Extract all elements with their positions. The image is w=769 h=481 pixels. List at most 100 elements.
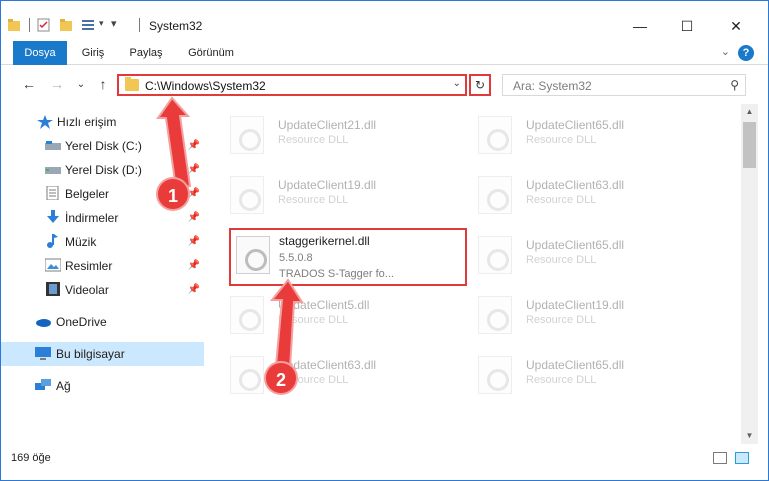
folder-icon (125, 77, 139, 91)
pin-icon[interactable]: 📌 (188, 236, 200, 247)
sidebar-item-drive-c[interactable]: Yerel Disk (C:) 📌 (1, 134, 204, 158)
sidebar-item-quick-access[interactable]: Hızlı erişim (1, 110, 204, 134)
sidebar-item-this-pc[interactable]: Bu bilgisayar (1, 342, 204, 366)
documents-icon (46, 186, 59, 200)
dll-file-icon (478, 296, 512, 334)
tab-view[interactable]: Görünüm (181, 41, 241, 65)
pin-icon[interactable]: 📌 (188, 212, 200, 223)
vertical-scrollbar[interactable]: ▲ ▼ (741, 104, 758, 444)
dll-file-icon (478, 356, 512, 394)
pin-icon[interactable]: 📌 (188, 284, 200, 295)
properties-icon[interactable] (37, 18, 51, 32)
list-item[interactable]: UpdateClient21.dll Resource DLL (208, 110, 448, 158)
sidebar-item-label: Yerel Disk (C:) (65, 139, 142, 153)
title-bar: ▾ ▾ System32 — ☐ ✕ (1, 1, 768, 41)
file-name: UpdateClient65.dll (526, 358, 625, 372)
sidebar-item-onedrive[interactable]: OneDrive (1, 310, 204, 334)
address-dropdown-icon[interactable]: ⌄ (453, 78, 461, 89)
maximize-button[interactable]: ☐ (664, 14, 710, 38)
file-name: UpdateClient19.dll (278, 178, 377, 192)
close-button[interactable]: ✕ (713, 14, 759, 38)
sidebar-item-label: Yerel Disk (D:) (65, 163, 142, 177)
details-view-icon[interactable] (81, 18, 95, 32)
cloud-icon (36, 319, 51, 327)
file-description: TRADOS S-Tagger fo... (279, 268, 394, 280)
tab-share[interactable]: Paylaş (121, 41, 171, 65)
minimize-button[interactable]: — (617, 14, 663, 38)
sidebar-item-label: Resimler (65, 259, 113, 273)
pin-icon[interactable]: 📌 (188, 260, 200, 271)
network-icon (35, 379, 51, 390)
up-arrow-icon: ↑ (99, 76, 107, 92)
minimize-icon: — (633, 18, 647, 34)
details-view-button[interactable] (713, 452, 727, 464)
pin-icon[interactable]: 📌 (188, 140, 200, 151)
file-description: Resource DLL (526, 134, 597, 146)
sidebar-item-label: Ağ (56, 379, 71, 393)
status-bar: 169 öğe (1, 447, 768, 471)
tab-file[interactable]: Dosya (13, 41, 67, 65)
sidebar-item-label: Hızlı erişim (57, 115, 117, 129)
refresh-button[interactable]: ↻ (469, 74, 491, 96)
explorer-window: ▾ ▾ System32 — ☐ ✕ Dosya Giriş Paylaş Gö… (0, 0, 769, 481)
dll-file-icon (478, 116, 512, 154)
search-input[interactable]: Ara: System32 ⚲ (502, 74, 746, 96)
chevron-down-icon: ⌄ (76, 78, 86, 90)
videos-icon (46, 282, 60, 296)
list-item[interactable]: UpdateClient65.dll Resource DLL (456, 350, 696, 398)
dll-file-icon (230, 296, 264, 334)
new-folder-icon[interactable] (59, 18, 73, 32)
address-bar[interactable]: C:\Windows\System32 ⌄ (117, 74, 467, 96)
sidebar-item-pictures[interactable]: Resimler 📌 (1, 254, 204, 278)
scroll-down-icon[interactable]: ▼ (741, 428, 758, 444)
forward-button[interactable]: → (47, 74, 67, 94)
file-version: 5.5.0.8 (279, 252, 313, 264)
up-button[interactable]: ↑ (93, 74, 113, 94)
dll-file-icon (230, 356, 264, 394)
file-name: UpdateClient19.dll (526, 298, 625, 312)
file-name: UpdateClient63.dll (526, 178, 625, 192)
music-icon (47, 234, 58, 248)
ribbon-expand-icon[interactable]: ⌄ (721, 45, 730, 58)
recent-locations-button[interactable]: ⌄ (71, 74, 91, 94)
customize-dropdown-icon[interactable]: ▾ (99, 18, 104, 29)
list-item[interactable]: UpdateClient65.dll Resource DLL (456, 110, 696, 158)
maximize-icon: ☐ (680, 17, 694, 34)
list-item[interactable]: UpdateClient63.dll Resource DLL (456, 170, 696, 218)
sidebar-item-music[interactable]: Müzik 📌 (1, 230, 204, 254)
downloads-icon (47, 210, 59, 223)
star-icon (37, 115, 53, 129)
address-path: C:\Windows\System32 (145, 79, 266, 93)
list-item[interactable]: UpdateClient19.dll Resource DLL (208, 170, 448, 218)
drive-icon (45, 141, 61, 150)
sidebar-item-network[interactable]: Ağ (1, 374, 204, 398)
dll-file-icon (230, 116, 264, 154)
help-icon[interactable]: ? (738, 45, 754, 61)
window-title: System32 (149, 19, 203, 33)
tab-home[interactable]: Giriş (73, 41, 113, 65)
search-placeholder: Ara: System32 (513, 79, 592, 93)
sidebar-item-videos[interactable]: Videolar 📌 (1, 278, 204, 302)
file-description: Resource DLL (526, 314, 597, 326)
list-item[interactable]: UpdateClient5.dll Resource DLL (208, 290, 448, 338)
list-item-selected[interactable]: staggerikernel.dll 5.5.0.8 TRADOS S-Tagg… (229, 228, 467, 286)
scroll-up-icon[interactable]: ▲ (741, 104, 758, 120)
dll-file-icon (236, 236, 270, 274)
ribbon-tabs: Dosya Giriş Paylaş Görünüm ⌄ ? (1, 41, 768, 65)
step-badge-1: 1 (156, 177, 190, 211)
refresh-icon: ↻ (474, 78, 486, 92)
folder-icon (8, 19, 20, 31)
file-name: UpdateClient21.dll (278, 118, 377, 132)
item-count: 169 öğe (11, 452, 51, 464)
list-item[interactable]: UpdateClient19.dll Resource DLL (456, 290, 696, 338)
large-icons-view-button[interactable] (735, 452, 749, 464)
back-button[interactable]: ← (19, 74, 39, 94)
toolbar-separator (29, 18, 30, 32)
list-item[interactable]: UpdateClient65.dll Resource DLL (456, 230, 696, 278)
list-item[interactable]: UpdateClient63.dll Resource DLL (208, 350, 448, 398)
scroll-thumb[interactable] (743, 122, 756, 168)
computer-icon (35, 347, 51, 360)
qa-dropdown-icon[interactable]: ▾ (111, 17, 117, 30)
pin-icon[interactable]: 📌 (188, 164, 200, 175)
file-description: Resource DLL (526, 254, 597, 266)
